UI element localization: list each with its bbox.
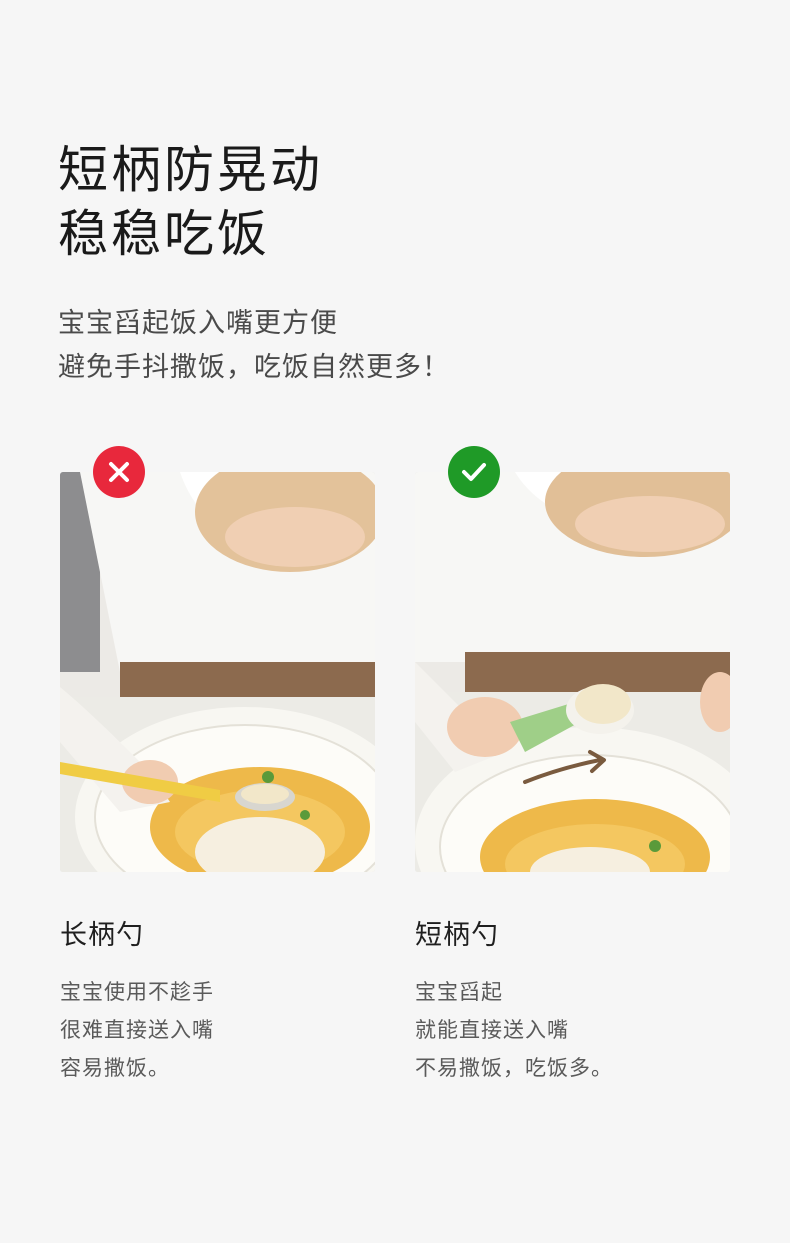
long-spoon-line-1: 宝宝使用不趁手 (60, 980, 214, 1004)
short-spoon-line-2: 就能直接送入嘴 (415, 1018, 569, 1042)
check-icon (462, 463, 486, 481)
long-spoon-photo (60, 472, 375, 872)
short-spoon-title: 短柄勺 (415, 920, 499, 951)
headline-line-2: 稳稳吃饭 (58, 205, 270, 263)
long-spoon-description: 宝宝使用不趁手 很难直接送入嘴 容易撒饭。 (60, 973, 214, 1087)
wrong-badge (93, 446, 145, 498)
correct-badge (448, 446, 500, 498)
short-spoon-line-3: 不易撒饭，吃饭多。 (415, 1056, 613, 1080)
headline: 短柄防晃动 稳稳吃饭 (58, 138, 323, 266)
short-spoon-card (415, 446, 730, 872)
headline-line-1: 短柄防晃动 (58, 141, 323, 199)
short-spoon-photo (415, 472, 730, 872)
subheadline-line-2: 避免手抖撒饭，吃饭自然更多！ (58, 352, 450, 383)
cross-icon (109, 462, 129, 482)
subheadline-line-1: 宝宝舀起饭入嘴更方便 (58, 308, 338, 339)
short-spoon-line-1: 宝宝舀起 (415, 980, 503, 1004)
long-spoon-card (60, 446, 375, 872)
long-spoon-line-2: 很难直接送入嘴 (60, 1018, 214, 1042)
subheadline: 宝宝舀起饭入嘴更方便 避免手抖撒饭，吃饭自然更多！ (58, 302, 450, 390)
short-spoon-description: 宝宝舀起 就能直接送入嘴 不易撒饭，吃饭多。 (415, 973, 613, 1087)
long-spoon-title: 长柄勺 (60, 920, 144, 951)
long-spoon-line-3: 容易撒饭。 (60, 1056, 170, 1080)
